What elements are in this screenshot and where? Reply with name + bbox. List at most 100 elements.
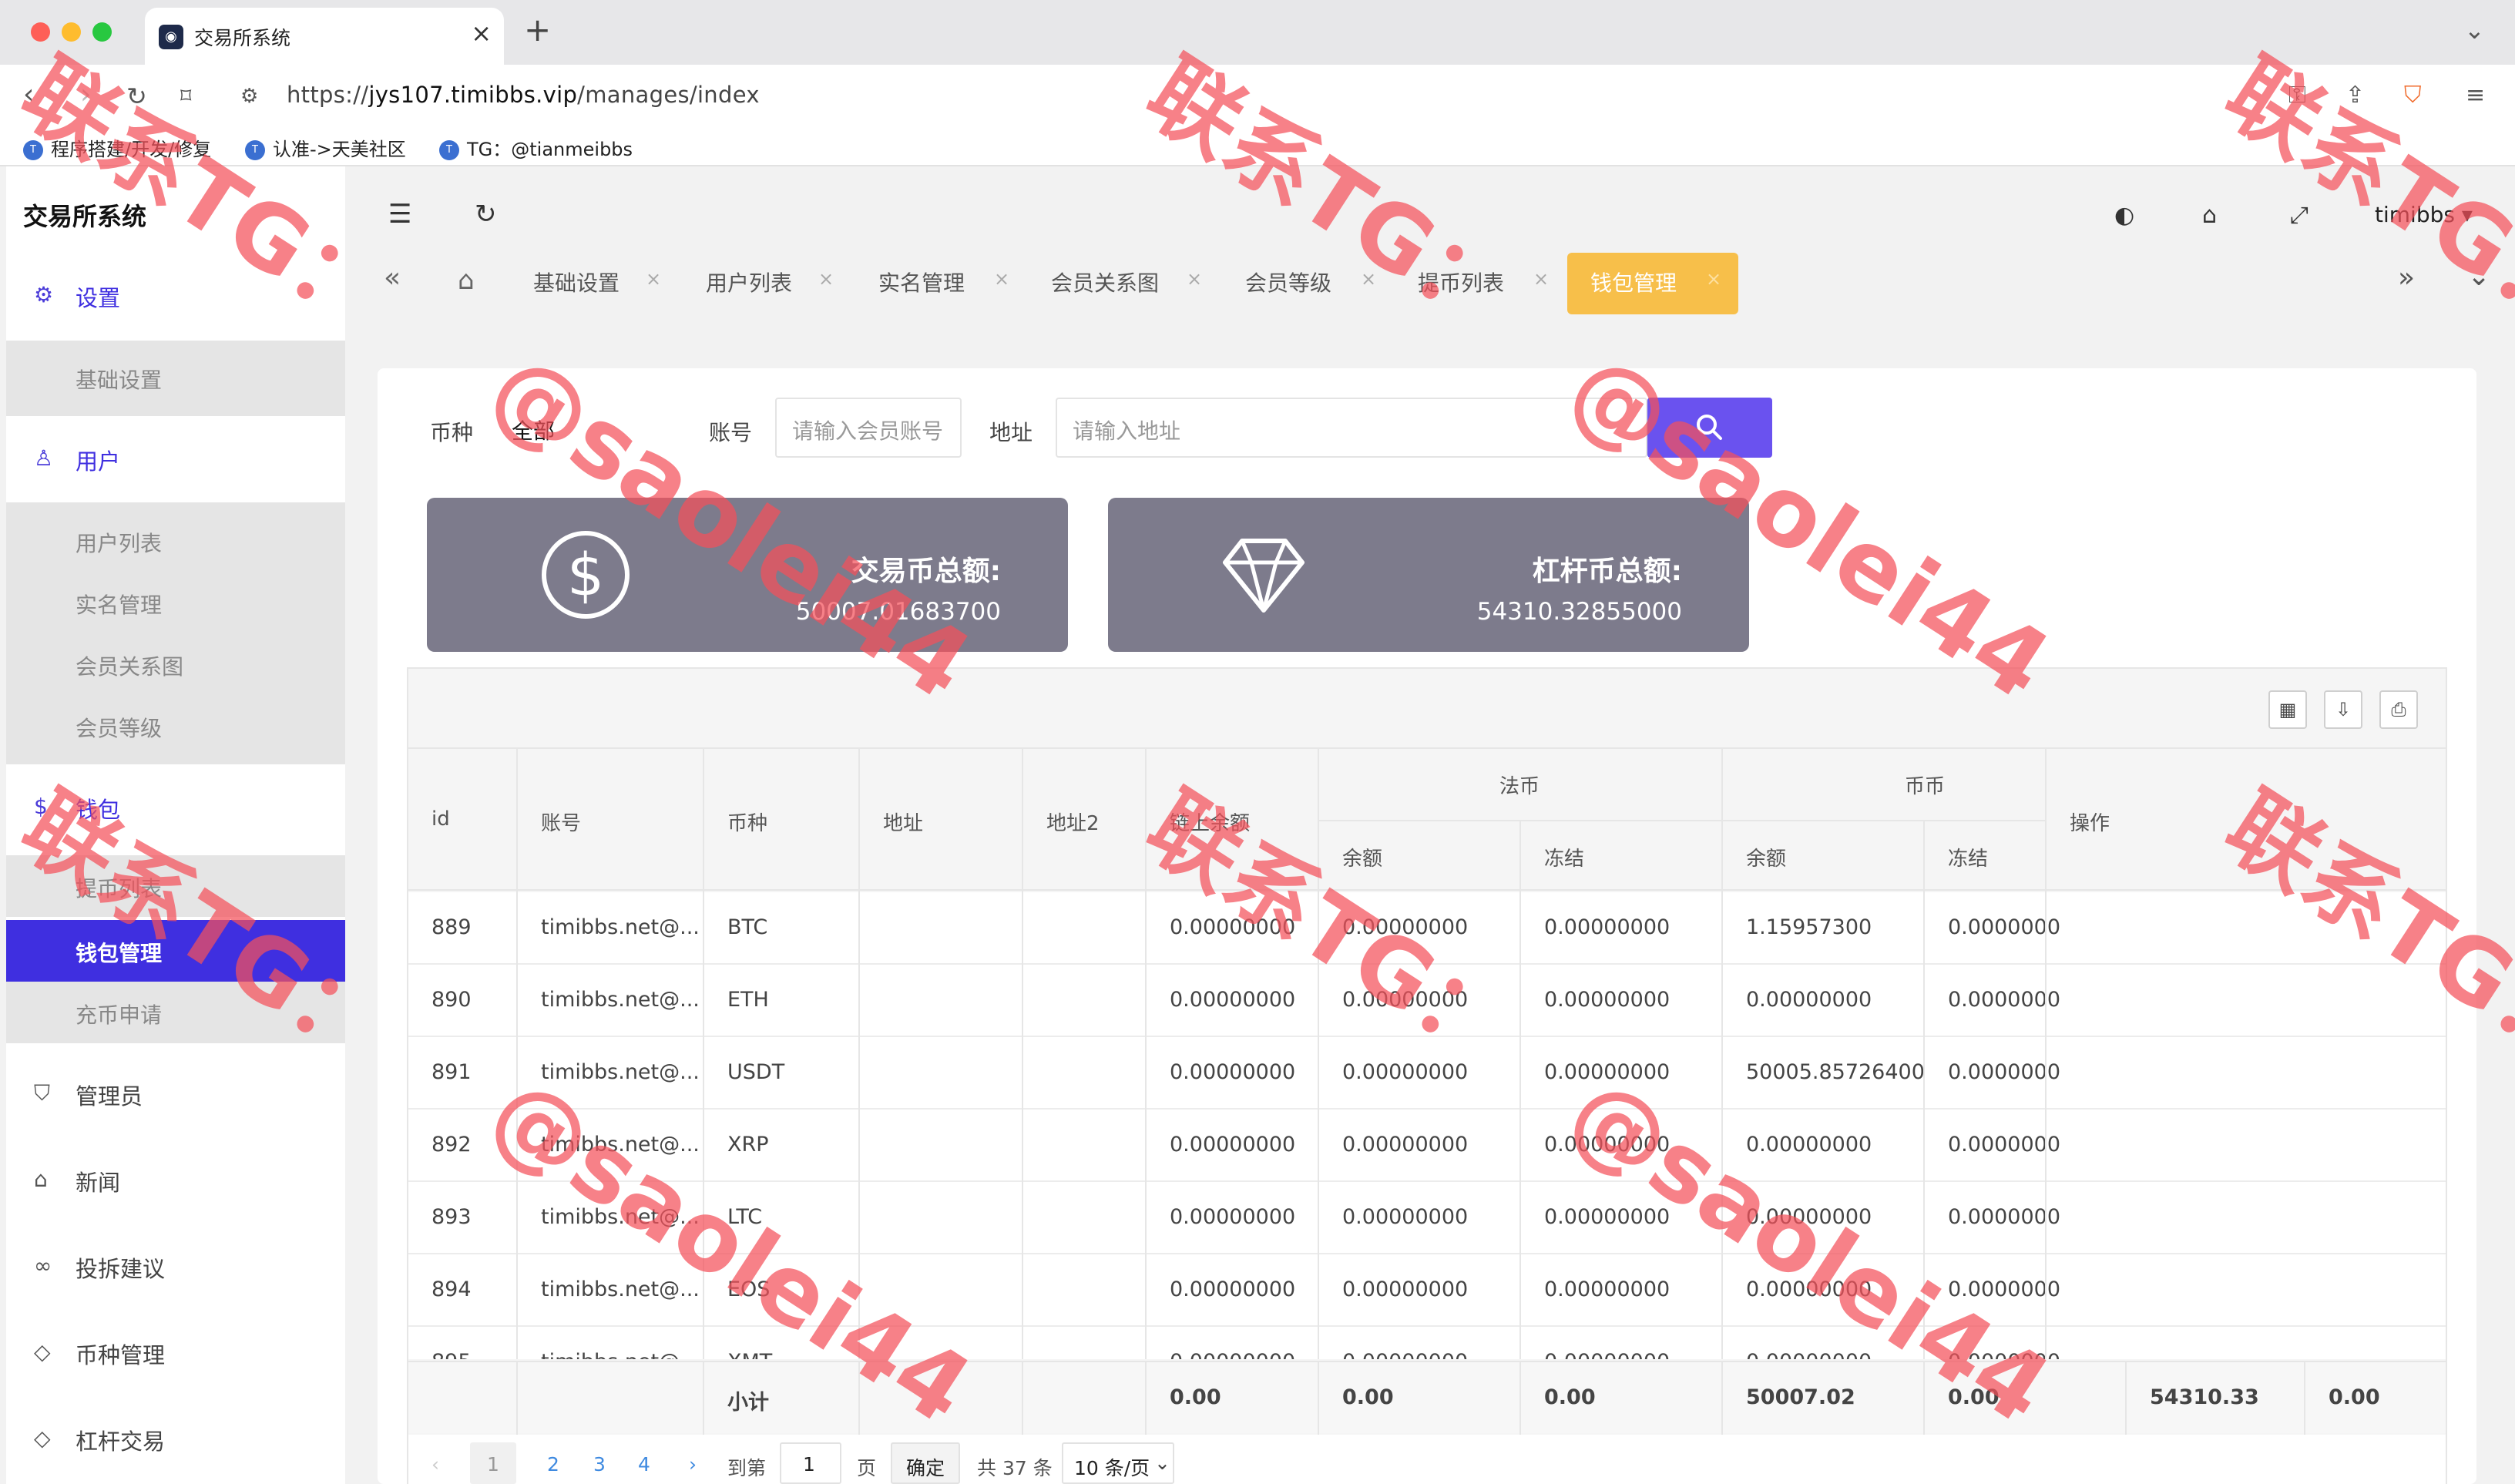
sidebar-item-deposit-requests[interactable]: 充币申请: [6, 982, 345, 1043]
browser-tab[interactable]: ◉ 交易所系统 ×: [145, 8, 504, 65]
tab-close-icon[interactable]: ×: [994, 268, 1009, 290]
sidebar-item-withdraw-list[interactable]: 提币列表: [6, 855, 345, 917]
address-input-placeholder: 请输入地址: [1073, 418, 1181, 444]
subtotal-label: 小计: [727, 1391, 769, 1415]
goto-confirm-button[interactable]: 确定: [891, 1442, 960, 1484]
tag-icon[interactable]: ⌂: [2202, 202, 2217, 229]
goto-page-value: 1: [803, 1453, 815, 1476]
link-icon: ∞: [34, 1253, 52, 1278]
sidebar-group-settings[interactable]: ⚙ 设置: [6, 256, 345, 336]
next-page-icon[interactable]: ›: [689, 1453, 697, 1476]
tab-close-icon[interactable]: ×: [1187, 268, 1202, 290]
user-icon: ♙: [34, 445, 54, 471]
table-cell: 0.00000000: [1170, 1278, 1296, 1301]
tab-close-icon[interactable]: ×: [1533, 268, 1549, 290]
browser-menu-icon[interactable]: ≡: [2466, 82, 2485, 109]
sidebar-group-feedback[interactable]: ∞ 投拆建议: [6, 1227, 345, 1307]
tabs-dropdown-icon[interactable]: ⌄: [2467, 260, 2490, 292]
close-window-button[interactable]: [31, 22, 50, 42]
brave-shield-icon[interactable]: ⛉: [2404, 82, 2422, 109]
url-field[interactable]: https://jys107.timibbs.vip/manages/index: [287, 82, 760, 108]
export-icon[interactable]: ⇩: [2324, 690, 2362, 729]
column-filter-icon[interactable]: ▦: [2268, 690, 2307, 729]
tab-label: 会员等级: [1245, 270, 1332, 296]
theme-palette-icon[interactable]: ◐: [2114, 202, 2134, 229]
minimize-window-button[interactable]: [62, 22, 81, 42]
tab-member-level[interactable]: 会员等级 ×: [1245, 253, 1384, 314]
print-icon[interactable]: ⎙: [2379, 690, 2418, 729]
address-input[interactable]: 请输入地址: [1056, 398, 1647, 458]
page-3-button[interactable]: 3: [593, 1453, 606, 1476]
table-cell: timibbs.net@...: [541, 1205, 700, 1229]
table-cell: 0.00000000: [1342, 1278, 1469, 1301]
table-cell: 50005.85726400: [1746, 1060, 1925, 1084]
reload-icon[interactable]: ↻: [126, 82, 147, 111]
account-filter-label: 账号: [709, 420, 753, 445]
account-input[interactable]: 请输入会员账号: [775, 398, 962, 458]
sidebar-group-admin[interactable]: ⛉ 管理员: [6, 1054, 345, 1134]
tab-member-tree[interactable]: 会员关系图 ×: [1051, 253, 1213, 314]
new-tab-icon[interactable]: +: [524, 11, 551, 49]
column-header-crypto: 币币: [1905, 775, 1946, 798]
back-icon[interactable]: ‹: [23, 79, 34, 110]
sidebar-item-label: 基础设置: [76, 368, 163, 393]
sidebar-item-basic-settings[interactable]: 基础设置: [6, 341, 345, 416]
tab-close-icon[interactable]: ×: [471, 18, 492, 48]
tab-close-icon[interactable]: ×: [1361, 268, 1376, 290]
tab-wallet-management[interactable]: 钱包管理 ×: [1567, 253, 1738, 314]
menu-collapse-icon[interactable]: ☰: [388, 199, 411, 230]
page-1-button[interactable]: 1: [470, 1442, 516, 1484]
tab-close-icon[interactable]: ×: [818, 268, 834, 290]
sidebar-group-news[interactable]: ⌂ 新闻: [6, 1140, 345, 1220]
page-2-button[interactable]: 2: [547, 1453, 559, 1476]
sidebar-item-user-list[interactable]: 用户列表: [6, 510, 345, 572]
sidebar-group-users[interactable]: ♙ 用户: [6, 419, 345, 499]
share-icon[interactable]: ⇪: [2345, 82, 2365, 109]
table-cell: 0.00000000: [1746, 1278, 1872, 1301]
subtotal-cell: 54310.33: [2150, 1385, 2259, 1409]
prev-page-icon[interactable]: ‹: [431, 1453, 439, 1476]
tab-kyc[interactable]: 实名管理 ×: [878, 253, 1017, 314]
tab-withdraw-list[interactable]: 提币列表 ×: [1418, 253, 1556, 314]
bookmark-icon[interactable]: ⌑: [180, 83, 191, 109]
tab-basic-settings[interactable]: 基础设置 ×: [533, 253, 672, 314]
table-cell: 0.00000000: [1544, 988, 1671, 1012]
tab-list-chevron-icon[interactable]: ⌄: [2464, 15, 2485, 45]
tabs-scroll-left-icon[interactable]: «: [384, 262, 401, 294]
key-icon[interactable]: ⚿: [2288, 82, 2306, 109]
coin-select[interactable]: 全部: [495, 398, 683, 458]
page-size-select[interactable]: 10 条/页 ⌄: [1062, 1442, 1174, 1484]
sidebar-item-kyc[interactable]: 实名管理: [6, 572, 345, 633]
refresh-icon[interactable]: ↻: [475, 199, 497, 230]
table-cell: timibbs.net@...: [541, 1278, 700, 1301]
bookmark-item[interactable]: T 程序搭建/开发/修复: [23, 134, 211, 161]
tab-user-list[interactable]: 用户列表 ×: [706, 253, 844, 314]
tab-close-icon[interactable]: ×: [646, 268, 661, 290]
fullscreen-icon[interactable]: ⤢: [2290, 202, 2308, 229]
sidebar-group-coins[interactable]: ◇ 币种管理: [6, 1313, 345, 1393]
column-header-id: id: [431, 807, 450, 831]
tabs-scroll-right-icon[interactable]: »: [2398, 262, 2415, 294]
stat-value: 54310.32855000: [1476, 598, 1682, 626]
bookmark-item[interactable]: T 认准->天美社区: [245, 134, 406, 161]
maximize-window-button[interactable]: [92, 22, 112, 42]
column-header-crypto-frozen: 冻结: [1948, 848, 1989, 871]
goto-page-input[interactable]: 1: [780, 1442, 841, 1484]
sidebar-item-wallet-management[interactable]: 钱包管理: [6, 920, 345, 982]
sidebar-group-wallet[interactable]: $ 钱包: [6, 767, 345, 848]
sidebar-group-label: 新闻: [76, 1170, 121, 1196]
table-cell: 0.00000000: [1544, 1133, 1671, 1157]
user-menu[interactable]: timibbs ▾: [2375, 202, 2473, 227]
page-unit-label: 页: [857, 1457, 877, 1479]
home-tab-icon[interactable]: ⌂: [458, 265, 475, 296]
site-settings-icon[interactable]: ⚙: [240, 85, 258, 108]
sidebar-item-member-level[interactable]: 会员等级: [6, 695, 345, 757]
sidebar-group-leverage[interactable]: ◇ 杠杆交易: [6, 1399, 345, 1479]
sidebar-item-member-tree[interactable]: 会员关系图: [6, 633, 345, 695]
stat-title: 杠杆币总额:: [1532, 556, 1682, 587]
page-4-button[interactable]: 4: [638, 1453, 650, 1476]
forward-icon[interactable]: ›: [80, 79, 91, 110]
bookmark-item[interactable]: T TG：@tianmeibbs: [439, 134, 633, 161]
search-button[interactable]: [1647, 398, 1772, 458]
tab-close-icon[interactable]: ×: [1706, 268, 1721, 290]
